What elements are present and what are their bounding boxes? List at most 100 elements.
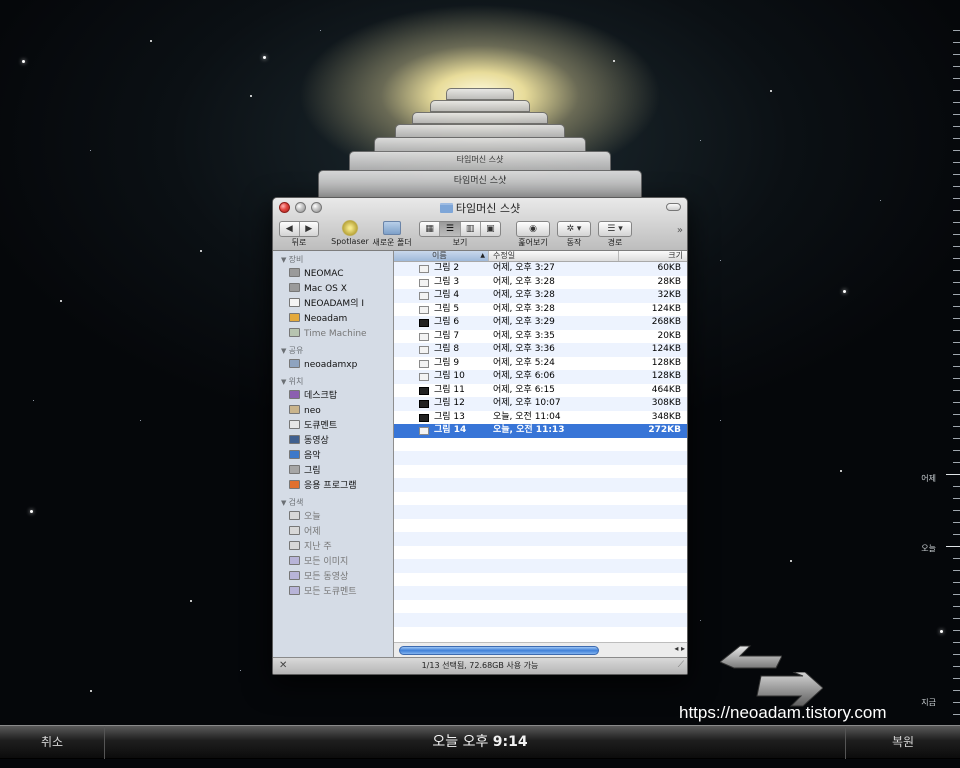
icon-view-icon[interactable]: ▦ (420, 222, 441, 236)
timeline-tick[interactable] (953, 438, 960, 439)
timeline-tick[interactable] (953, 330, 960, 331)
sidebar-item[interactable]: 도큐멘트 (273, 419, 393, 434)
timeline-tick[interactable] (953, 606, 960, 607)
sidebar-section-header[interactable]: 위치 (273, 375, 393, 389)
timeline-tick[interactable] (953, 174, 960, 175)
timeline-tick[interactable] (953, 630, 960, 631)
timeline-tick[interactable] (953, 534, 960, 535)
timeline-tick[interactable] (953, 618, 960, 619)
timeline-tick[interactable] (953, 522, 960, 523)
scrollbar-thumb[interactable] (399, 646, 599, 655)
sidebar-section-header[interactable]: 공유 (273, 344, 393, 358)
sidebar-item[interactable]: 그림 (273, 464, 393, 479)
timeline-tick[interactable] (953, 294, 960, 295)
toolbar-overflow-icon[interactable]: » (677, 225, 683, 236)
timeline-tick[interactable] (953, 318, 960, 319)
timeline-tick[interactable] (953, 210, 960, 211)
file-row[interactable]: 그림 10 어제, 오후 6:06 128KB (394, 370, 687, 384)
sidebar-section-header[interactable]: 장비 (273, 253, 393, 267)
sidebar-item[interactable]: 오늘 (273, 510, 393, 525)
timeline-tick[interactable] (953, 186, 960, 187)
timeline-tick[interactable] (953, 282, 960, 283)
timeline-tick[interactable] (953, 54, 960, 55)
forward-arrow-icon[interactable]: ▶ (300, 222, 319, 236)
sidebar-item[interactable]: 음악 (273, 449, 393, 464)
restore-button[interactable]: 복원 (845, 726, 960, 759)
timeline[interactable]: 어제 오늘 지금 (921, 0, 960, 720)
sidebar-item[interactable]: 지난 주 (273, 540, 393, 555)
file-row[interactable]: 그림 5 어제, 오후 3:28 124KB (394, 303, 687, 317)
timeline-tick[interactable] (953, 390, 960, 391)
sidebar-item[interactable]: 모든 이미지 (273, 555, 393, 570)
timeline-tick[interactable] (953, 306, 960, 307)
path-button[interactable]: ☰ ▾ (598, 221, 632, 237)
timeline-tick[interactable] (953, 90, 960, 91)
timeline-tick[interactable] (953, 498, 960, 499)
timeline-tick[interactable] (953, 150, 960, 151)
backup-window[interactable]: 타임머신 스샷 (349, 151, 611, 171)
sidebar-item[interactable]: 어제 (273, 525, 393, 540)
action-button[interactable]: ✲ ▾ (557, 221, 591, 237)
timeline-tick[interactable] (953, 426, 960, 427)
timeline-tick[interactable] (953, 354, 960, 355)
file-row[interactable]: 그림 9 어제, 오후 5:24 128KB (394, 357, 687, 371)
column-header-date[interactable]: 수정일 (489, 251, 619, 261)
timeline-tick[interactable] (953, 594, 960, 595)
file-row[interactable]: 그림 11 어제, 오후 6:15 464KB (394, 384, 687, 398)
file-row[interactable]: 그림 13 오늘, 오전 11:04 348KB (394, 411, 687, 425)
spotlaser-icon[interactable] (341, 220, 359, 236)
sidebar-item[interactable]: neoadamxp (273, 358, 393, 373)
file-row[interactable]: 그림 8 어제, 오후 3:36 124KB (394, 343, 687, 357)
new-folder-icon[interactable] (383, 221, 401, 235)
sidebar-item[interactable]: 모든 동영상 (273, 570, 393, 585)
timeline-tick[interactable] (953, 642, 960, 643)
timeline-tick[interactable] (946, 474, 960, 475)
timeline-tick[interactable] (953, 114, 960, 115)
timeline-tick[interactable] (953, 246, 960, 247)
sidebar-item[interactable]: Mac OS X (273, 282, 393, 297)
file-row[interactable]: 그림 12 어제, 오후 10:07 308KB (394, 397, 687, 411)
file-row[interactable]: 그림 7 어제, 오후 3:35 20KB (394, 330, 687, 344)
timeline-tick[interactable] (953, 126, 960, 127)
timeline-tick[interactable] (953, 138, 960, 139)
timeline-tick[interactable] (953, 198, 960, 199)
timeline-label-today[interactable]: 오늘 (921, 543, 936, 554)
timeline-tick[interactable] (953, 222, 960, 223)
timeline-tick[interactable] (953, 486, 960, 487)
timeline-tick[interactable] (953, 258, 960, 259)
file-row[interactable]: 그림 3 어제, 오후 3:28 28KB (394, 276, 687, 290)
timeline-tick[interactable] (953, 42, 960, 43)
coverflow-view-icon[interactable]: ▣ (481, 222, 500, 236)
sidebar-item[interactable]: 모든 도큐멘트 (273, 585, 393, 600)
file-row[interactable]: 그림 4 어제, 오후 3:28 32KB (394, 289, 687, 303)
timeline-tick[interactable] (953, 66, 960, 67)
timeline-tick[interactable] (946, 546, 960, 547)
sidebar-item[interactable]: Time Machine (273, 327, 393, 342)
resize-grip-icon[interactable]: ⟋ (678, 657, 684, 673)
timeline-tick[interactable] (953, 234, 960, 235)
quicklook-button[interactable]: ◉ (516, 221, 550, 237)
file-row[interactable]: 그림 14 오늘, 오전 11:13 272KB (394, 424, 687, 438)
sidebar-item[interactable]: 데스크탑 (273, 389, 393, 404)
timeline-tick[interactable] (953, 462, 960, 463)
sidebar-item[interactable]: NEOMAC (273, 267, 393, 282)
timeline-tick[interactable] (953, 690, 960, 691)
timeline-tick[interactable] (953, 414, 960, 415)
column-header-size[interactable]: 크기 (619, 251, 687, 261)
timeline-tick[interactable] (953, 366, 960, 367)
timeline-tick[interactable] (953, 102, 960, 103)
toolbar-toggle-button[interactable] (666, 203, 681, 211)
column-view-icon[interactable]: ▥ (461, 222, 481, 236)
timeline-tick[interactable] (953, 570, 960, 571)
back-arrow-icon[interactable]: ◀ (280, 222, 300, 236)
timeline-tick[interactable] (953, 714, 960, 715)
timeline-tick[interactable] (953, 558, 960, 559)
timeline-tick[interactable] (953, 678, 960, 679)
backup-window[interactable]: 타임머신 스샷 (318, 170, 642, 200)
timeline-tick[interactable] (953, 78, 960, 79)
sidebar-item[interactable]: Neoadam (273, 312, 393, 327)
file-row[interactable]: 그림 6 어제, 오후 3:29 268KB (394, 316, 687, 330)
horizontal-scrollbar[interactable]: ◂ ▸ (394, 642, 687, 657)
column-header-name[interactable]: 이름 (394, 251, 489, 261)
sidebar-item[interactable]: 응용 프로그램 (273, 479, 393, 494)
